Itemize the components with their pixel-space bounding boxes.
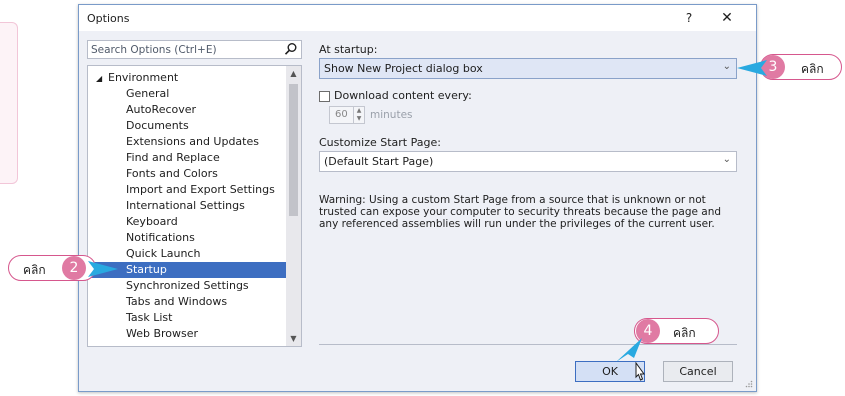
interval-unit: minutes <box>370 109 413 121</box>
tree-item-autorecover[interactable]: AutoRecover <box>88 102 286 118</box>
interval-value: 60 <box>335 109 348 120</box>
dialog-title: Options <box>87 12 130 25</box>
callout-text: คลิก <box>801 62 824 76</box>
tree-item-keyboard[interactable]: Keyboard <box>88 214 286 230</box>
tree-item-label: Documents <box>126 119 189 132</box>
start-page-label: Customize Start Page: <box>319 136 441 149</box>
callout-text: คลิก <box>673 326 696 340</box>
scroll-down-icon[interactable]: ▼ <box>286 331 301 346</box>
tree-item-general[interactable]: General <box>88 86 286 102</box>
tree-scrollbar[interactable]: ▲ ▼ <box>286 66 301 346</box>
tree-item-label: Keyboard <box>126 215 178 228</box>
help-button[interactable]: ? <box>678 9 700 27</box>
download-checkbox[interactable] <box>319 91 330 102</box>
tree-item-extensions[interactable]: Extensions and Updates <box>88 134 286 150</box>
at-startup-value: Show New Project dialog box <box>324 62 483 75</box>
tree-item-label: Tabs and Windows <box>126 295 228 308</box>
chevron-down-icon: ⌄ <box>722 154 731 165</box>
tree-item-label: Environment <box>108 71 179 84</box>
tree-item-fonts-colors[interactable]: Fonts and Colors <box>88 166 286 182</box>
scroll-up-icon[interactable]: ▲ <box>286 66 301 81</box>
tree-item-import-export[interactable]: Import and Export Settings <box>88 182 286 198</box>
tree-item-environment[interactable]: ◢ Environment <box>88 70 286 86</box>
start-page-value: (Default Start Page) <box>324 155 434 168</box>
background-panel <box>0 22 18 184</box>
resize-grip-icon[interactable] <box>745 380 753 388</box>
chevron-down-icon: ⌄ <box>722 61 731 72</box>
tree-item-label: Fonts and Colors <box>126 167 218 180</box>
tree-item-label: AutoRecover <box>126 103 197 116</box>
title-bar: Options ? ✕ <box>79 5 756 31</box>
tree-item-label: General <box>126 87 170 100</box>
tree-item-tabs-windows[interactable]: Tabs and Windows <box>88 294 286 310</box>
tree-item-label: Task List <box>126 311 173 324</box>
tree-item-label: Notifications <box>126 231 195 244</box>
interval-stepper[interactable]: 60 ▲ ▼ <box>329 106 365 124</box>
tree-item-label: Extensions and Updates <box>126 135 259 148</box>
tree-item-label: Import and Export Settings <box>126 183 275 196</box>
step-badge-2: 2 <box>62 256 86 280</box>
close-button[interactable]: ✕ <box>716 9 738 27</box>
divider <box>319 344 737 345</box>
expand-triangle-icon[interactable]: ◢ <box>96 71 108 87</box>
at-startup-label: At startup: <box>319 43 378 56</box>
callout-text: คลิก <box>23 263 46 277</box>
warning-text: Warning: Using a custom Start Page from … <box>319 194 722 230</box>
search-icon[interactable] <box>284 42 298 56</box>
scrollbar-thumb[interactable] <box>289 84 298 216</box>
pointer-arrow-icon <box>737 60 767 76</box>
search-box[interactable] <box>87 40 302 59</box>
tree-item-label: Startup <box>126 263 167 276</box>
tree-item-label: Synchronized Settings <box>126 279 249 292</box>
tree-item-label: Quick Launch <box>126 247 201 260</box>
tree-item-international[interactable]: International Settings <box>88 198 286 214</box>
tree-item-label: International Settings <box>126 199 245 212</box>
mouse-cursor-icon <box>635 362 645 381</box>
start-page-select[interactable]: (Default Start Page) ⌄ <box>319 151 737 172</box>
search-input[interactable] <box>88 41 278 58</box>
tree-item-documents[interactable]: Documents <box>88 118 286 134</box>
tree-item-web-browser[interactable]: Web Browser <box>88 326 286 342</box>
stepper-arrows-icon[interactable]: ▲ ▼ <box>353 107 364 123</box>
tree-item-label: Find and Replace <box>126 151 220 164</box>
options-tree: ◢ Environment General AutoRecover Documen… <box>87 65 302 347</box>
tree-item-sync-settings[interactable]: Synchronized Settings <box>88 278 286 294</box>
pointer-arrow-icon <box>88 261 118 277</box>
cancel-button[interactable]: Cancel <box>663 361 733 382</box>
download-label: Download content every: <box>334 89 472 102</box>
at-startup-select[interactable]: Show New Project dialog box ⌄ <box>319 58 737 79</box>
tree-item-label: Web Browser <box>126 327 199 340</box>
tree-item-task-list[interactable]: Task List <box>88 310 286 326</box>
tree-item-find-replace[interactable]: Find and Replace <box>88 150 286 166</box>
tree-item-notifications[interactable]: Notifications <box>88 230 286 246</box>
